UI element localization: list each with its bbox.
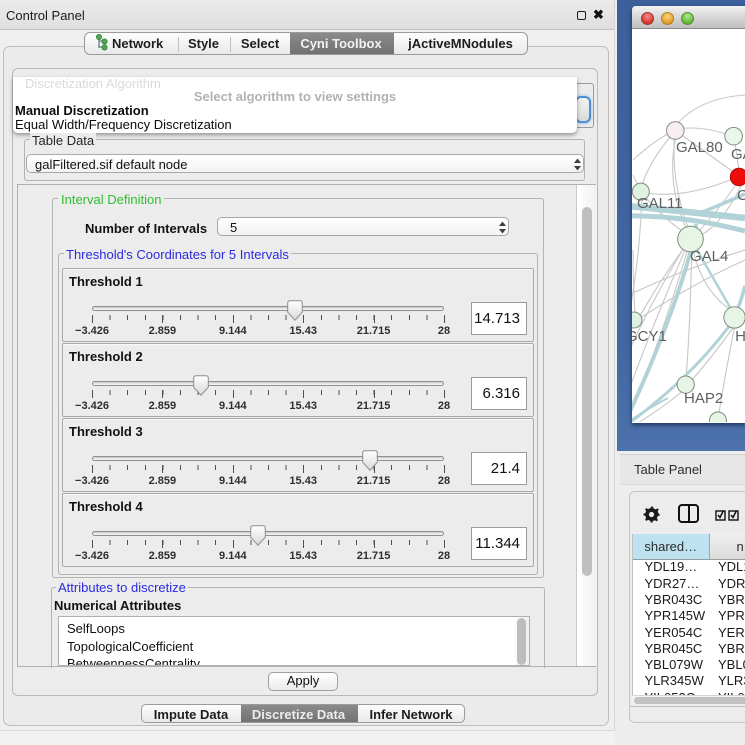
svg-text:GAL11: GAL11 bbox=[637, 195, 683, 212]
svg-text:GCY1: GCY1 bbox=[632, 328, 667, 345]
svg-text:HAP2: HAP2 bbox=[684, 390, 723, 407]
svg-text:H: H bbox=[735, 328, 745, 345]
svg-text:C: C bbox=[737, 187, 745, 204]
svg-text:GAL80: GAL80 bbox=[676, 139, 723, 156]
svg-text:GA: GA bbox=[731, 146, 745, 163]
svg-text:GAL4: GAL4 bbox=[690, 248, 728, 265]
